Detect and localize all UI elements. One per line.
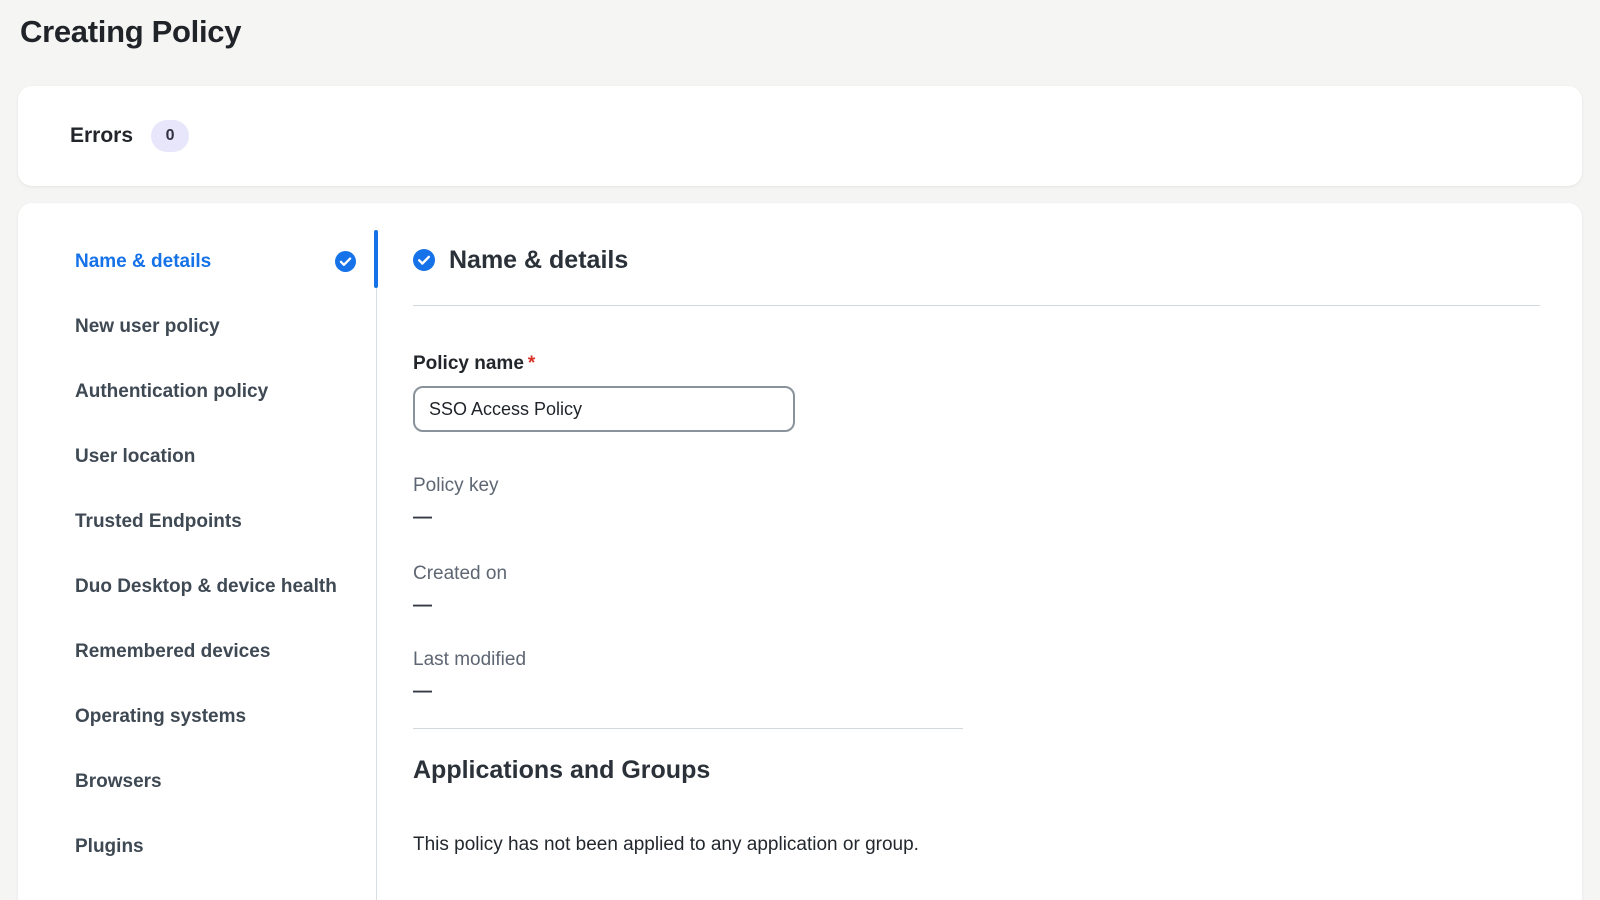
active-section-indicator (374, 230, 378, 288)
check-circle-icon (413, 249, 435, 271)
section-header: Name & details (413, 245, 1540, 275)
sidebar-item-label: New user policy (75, 313, 220, 341)
section-divider (413, 305, 1540, 306)
sidebar-item-new-user-policy[interactable]: New user policy (75, 313, 356, 341)
created-on-label: Created on (413, 562, 1540, 586)
policy-sections-nav: Name & details New user policy Authentic… (18, 203, 376, 900)
sidebar-item-name-details[interactable]: Name & details (75, 248, 356, 276)
sidebar-item-label: Duo Desktop & device health (75, 573, 337, 601)
policy-key-label: Policy key (413, 474, 1540, 498)
errors-count-badge: 0 (151, 120, 189, 152)
last-modified-field: Last modified — (413, 648, 1540, 704)
page-title: Creating Policy (0, 0, 1600, 50)
sidebar-item-label: User location (75, 443, 195, 471)
check-circle-icon (335, 251, 356, 272)
policy-name-label: Policy name* (413, 352, 1540, 376)
applications-empty-text: This policy has not been applied to any … (413, 833, 1540, 857)
created-on-value: — (413, 594, 1540, 618)
policy-name-input[interactable] (413, 386, 795, 432)
sidebar-item-label: Trusted Endpoints (75, 508, 242, 536)
sidebar-item-browsers[interactable]: Browsers (75, 768, 356, 796)
sidebar-item-label: Browsers (75, 768, 162, 796)
policy-editor-panel: Name & details New user policy Authentic… (18, 203, 1582, 900)
sidebar-item-authentication-policy[interactable]: Authentication policy (75, 378, 356, 406)
errors-label: Errors (70, 124, 133, 148)
sidebar-divider (376, 230, 377, 900)
created-on-field: Created on — (413, 562, 1540, 618)
sidebar-item-duo-desktop-device-health[interactable]: Duo Desktop & device health (75, 573, 356, 601)
errors-panel: Errors 0 (18, 86, 1582, 186)
applications-divider (413, 728, 963, 729)
policy-name-field: Policy name* (413, 352, 1540, 432)
sidebar-item-label: Remembered devices (75, 638, 270, 666)
required-marker: * (528, 353, 535, 374)
last-modified-value: — (413, 680, 1540, 704)
sidebar-item-label: Authentication policy (75, 378, 268, 406)
sidebar-item-label: Operating systems (75, 703, 246, 731)
sidebar-item-label: Name & details (75, 248, 211, 276)
section-title: Name & details (449, 245, 628, 275)
sidebar-item-plugins[interactable]: Plugins (75, 833, 356, 861)
section-content: Name & details Policy name* Policy key —… (376, 203, 1582, 900)
sidebar-item-label: Plugins (75, 833, 144, 861)
sidebar-item-user-location[interactable]: User location (75, 443, 356, 471)
sidebar-item-operating-systems[interactable]: Operating systems (75, 703, 356, 731)
last-modified-label: Last modified (413, 648, 1540, 672)
sidebar-item-remembered-devices[interactable]: Remembered devices (75, 638, 356, 666)
sidebar-item-trusted-endpoints[interactable]: Trusted Endpoints (75, 508, 356, 536)
policy-key-field: Policy key — (413, 474, 1540, 530)
applications-groups-title: Applications and Groups (413, 757, 1540, 783)
policy-key-value: — (413, 506, 1540, 530)
